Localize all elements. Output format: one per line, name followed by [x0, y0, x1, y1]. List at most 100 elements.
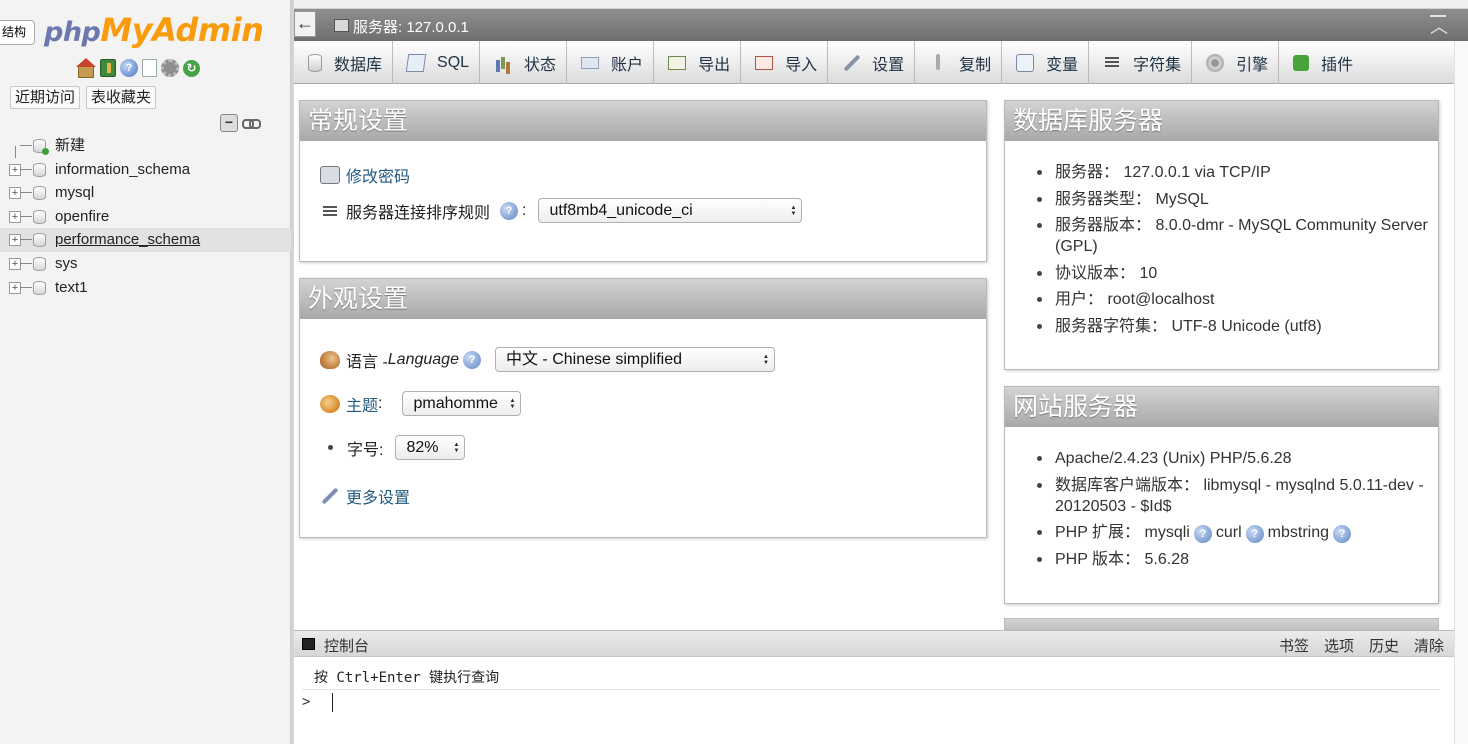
accounts-icon [581, 56, 600, 69]
language-icon [320, 350, 340, 369]
tree-item-label[interactable]: performance_schema [55, 231, 200, 248]
tab-label: 导入 [785, 56, 818, 74]
database-icon [308, 53, 322, 72]
expand-icon[interactable]: + [9, 281, 21, 294]
tree-item-label[interactable]: mysql [55, 184, 94, 201]
theme-link[interactable]: 主题 [346, 392, 378, 416]
tree-item-label: 新建 [55, 137, 86, 154]
server-breadcrumb-bar: ← 服务器: 127.0.0.1 ︿ [294, 9, 1468, 41]
tab-plugins[interactable]: 插件 [1279, 41, 1363, 84]
appearance-settings-panel: 外观设置 语言 - Language ? 中文 - Chinese simpli… [299, 278, 987, 538]
tab-engines[interactable]: 引擎 [1192, 41, 1280, 84]
favorites-button[interactable]: 表收藏夹 [86, 86, 157, 109]
tab-label: 变量 [1046, 56, 1079, 74]
tab-databases[interactable]: 数据库 [294, 41, 394, 84]
tab-replication[interactable]: 复制 [915, 41, 1003, 84]
toggle-nav-button[interactable]: ← [294, 11, 316, 37]
language-label-en: Language [387, 350, 459, 368]
console-clear-button[interactable]: 清除 [1414, 635, 1444, 656]
tree-item-new[interactable]: 新建 [0, 134, 291, 158]
collapse-top-icon[interactable]: ︿ [1430, 15, 1448, 36]
recent-button[interactable]: 近期访问 [10, 86, 81, 109]
console-title[interactable]: 控制台 [324, 635, 369, 656]
console-toolbar[interactable]: 控制台 书签 选项 历史 清除 [294, 631, 1454, 657]
tree-item-text1[interactable]: + text1 [0, 276, 291, 300]
collation-select[interactable]: utf8mb4_unicode_ci [538, 198, 803, 223]
home-icon[interactable] [76, 58, 96, 78]
server-info-item: 服务器： 127.0.0.1 via TCP/IP [1035, 162, 1430, 183]
tab-charsets[interactable]: 字符集 [1089, 41, 1193, 84]
tab-variables[interactable]: 变量 [1002, 41, 1090, 84]
tab-sql[interactable]: SQL [393, 41, 481, 84]
tab-export[interactable]: 导出 [654, 41, 742, 84]
language-label: 语言 - [346, 353, 388, 371]
tree-item-label[interactable]: text1 [55, 279, 88, 296]
help-icon[interactable]: ? [500, 201, 519, 220]
partial-panel [1004, 618, 1439, 630]
tab-settings[interactable]: 设置 [828, 41, 916, 84]
tab-label: 状态 [524, 56, 557, 74]
tree-item-performance-schema[interactable]: + performance_schema [0, 228, 291, 252]
console-input[interactable] [332, 693, 333, 712]
ext-curl: curl [1215, 524, 1242, 541]
font-size-select[interactable]: 82% [395, 435, 466, 460]
collapse-all-button[interactable]: − [220, 114, 238, 132]
sql-icon [405, 53, 427, 72]
console-icon [302, 638, 315, 650]
engine-icon [1206, 53, 1225, 72]
tab-status[interactable]: 状态 [480, 41, 568, 84]
tab-label: 导出 [698, 56, 731, 74]
theme-select[interactable]: pmahomme [402, 391, 522, 416]
expand-icon[interactable]: + [9, 163, 21, 176]
logo-myadmin: MyAdmin [100, 11, 264, 49]
gear-icon[interactable] [161, 59, 179, 77]
status-icon [494, 54, 512, 72]
database-tree: 新建 + information_schema + mysql + openfi… [0, 134, 291, 299]
help-icon[interactable]: ? [1333, 525, 1351, 543]
expand-icon[interactable]: + [9, 210, 21, 223]
structure-tab[interactable]: 结构 [0, 20, 35, 45]
logout-icon[interactable] [100, 59, 116, 77]
console-bookmarks-button[interactable]: 书签 [1279, 635, 1309, 656]
help-icon[interactable]: ? [1245, 525, 1264, 543]
tab-accounts[interactable]: 账户 [567, 41, 655, 84]
console-panel: 控制台 书签 选项 历史 清除 按 Ctrl+Enter 键执行查询 > [294, 630, 1454, 744]
webserver-version-item: Apache/2.4.23 (Unix) PHP/5.6.28 [1035, 448, 1430, 469]
console-history-button[interactable]: 历史 [1369, 635, 1399, 656]
expand-icon[interactable]: + [9, 234, 21, 247]
tab-import[interactable]: 导入 [741, 41, 829, 84]
server-breadcrumb[interactable]: 服务器: 127.0.0.1 [353, 16, 469, 37]
more-settings-link[interactable]: 更多设置 [346, 484, 410, 508]
tab-label: 引擎 [1236, 56, 1269, 74]
console-prompt: > [302, 694, 311, 710]
phpmyadmin-logo[interactable]: phpMyAdmin [44, 11, 264, 49]
tree-item-openfire[interactable]: + openfire [0, 205, 291, 229]
tree-item-mysql[interactable]: + mysql [0, 181, 291, 205]
change-password-link[interactable]: 修改密码 [346, 163, 410, 187]
database-icon [33, 256, 46, 271]
expand-icon[interactable]: + [9, 187, 21, 200]
language-select[interactable]: 中文 - Chinese simplified [494, 347, 775, 372]
server-version-item: 服务器版本： 8.0.0-dmr - MySQL Community Serve… [1035, 215, 1430, 257]
help-icon[interactable]: ? [120, 59, 138, 77]
documentation-icon[interactable] [142, 59, 157, 77]
reload-icon[interactable]: ↻ [183, 59, 200, 77]
console-options-button[interactable]: 选项 [1324, 635, 1354, 656]
ext-mysqli: mysqli [1144, 524, 1190, 541]
tree-item-label[interactable]: sys [55, 255, 78, 272]
nav-icon-bar: ? ↻ [76, 58, 200, 78]
tree-item-label[interactable]: information_schema [55, 161, 190, 178]
new-database-icon [33, 139, 49, 155]
database-icon [33, 162, 46, 177]
help-icon[interactable]: ? [1193, 525, 1212, 543]
link-with-main-icon[interactable] [242, 114, 261, 132]
expand-icon[interactable]: + [9, 257, 21, 270]
help-icon[interactable]: ? [462, 350, 481, 369]
tree-item-information-schema[interactable]: + information_schema [0, 158, 291, 182]
tree-item-label[interactable]: openfire [55, 208, 109, 225]
font-size-label: 字号: [347, 441, 384, 459]
tree-item-sys[interactable]: + sys [0, 252, 291, 276]
scrollbar[interactable] [1454, 41, 1468, 744]
php-version-item: PHP 版本： 5.6.28 [1035, 549, 1430, 570]
user-item: 用户： root@localhost [1035, 289, 1430, 310]
